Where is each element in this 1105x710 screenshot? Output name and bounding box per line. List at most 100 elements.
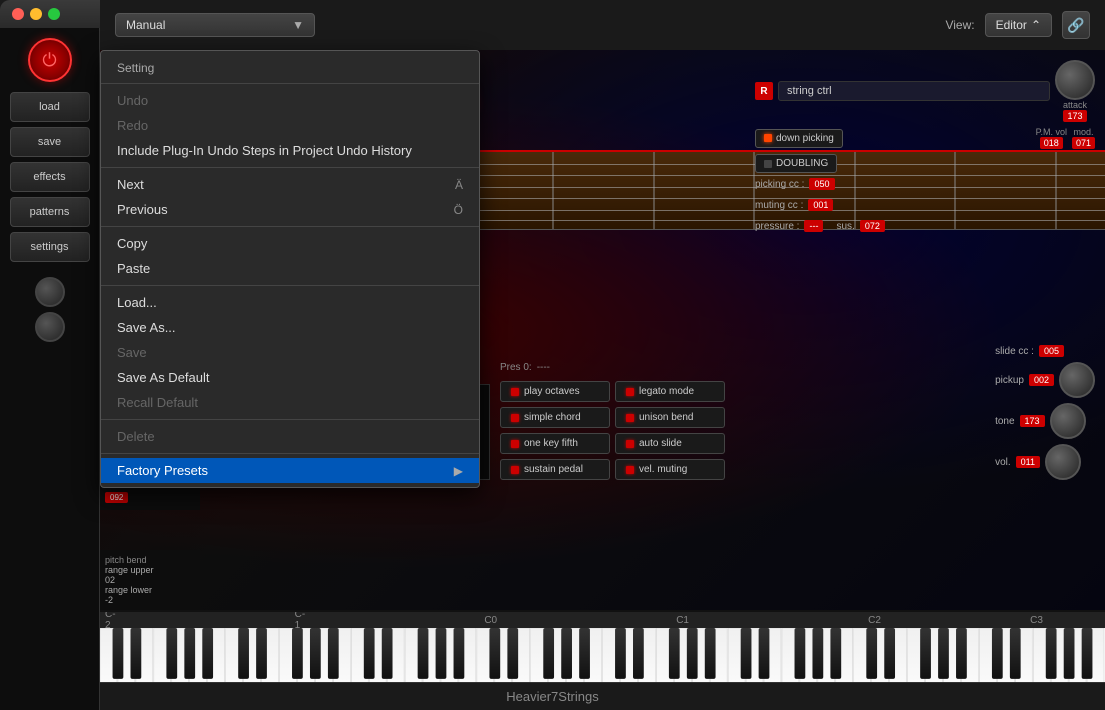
sidebar-knob-2[interactable] [35, 312, 65, 342]
range-lower-label: range lower [105, 585, 195, 595]
sidebar-knobs [35, 277, 65, 342]
r-badge: R [755, 82, 773, 100]
footer-text: Heavier7Strings [506, 689, 599, 704]
muting-cc-value: 001 [808, 199, 833, 211]
dropdown-arrow-icon: ▼ [292, 18, 304, 32]
simple-chord-button[interactable]: simple chord [500, 407, 610, 428]
vol-label: vol. [995, 457, 1011, 468]
picking-cc-value: 050 [809, 178, 834, 190]
pressure-row: pressure : --- sus. 072 [755, 220, 1095, 232]
range-upper-value: 02 [105, 575, 195, 585]
patterns-button[interactable]: patterns [10, 197, 90, 227]
sidebar-knob-1[interactable] [35, 277, 65, 307]
auto-slide-button[interactable]: auto slide [615, 433, 725, 454]
right-panel: R string ctrl attack 173 down picking P.… [755, 60, 1095, 236]
menu-item-previous[interactable]: Previous Ö [101, 197, 479, 222]
vel-muting-led [626, 466, 634, 474]
pickup-knob[interactable] [1059, 362, 1095, 398]
menu-item-next[interactable]: Next Ä [101, 172, 479, 197]
link-icon: 🔗 [1067, 17, 1084, 34]
menu-item-factory-presets[interactable]: Factory Presets ▶ [101, 458, 479, 483]
mod-label: mod. [1073, 127, 1093, 137]
picking-cc-label: picking cc : [755, 179, 804, 190]
legato-mode-label: legato mode [639, 386, 694, 397]
doubling-button[interactable]: DOUBLING [755, 154, 837, 173]
range-lower-value: -2 [105, 595, 195, 605]
play-octaves-led [511, 388, 519, 396]
simple-chord-led [511, 414, 519, 422]
attack-label: attack [1063, 100, 1087, 110]
menu-divider-5 [101, 419, 479, 420]
menu-item-include[interactable]: Include Plug-In Undo Steps in Project Un… [101, 138, 479, 163]
down-picking-led [764, 134, 772, 142]
pm-vol-value: 018 [1040, 137, 1063, 149]
auto-slide-label: auto slide [639, 438, 682, 449]
vol-row: vol. 011 [995, 444, 1095, 480]
pickup-value: 002 [1029, 374, 1054, 386]
link-button[interactable]: 🔗 [1062, 11, 1090, 39]
save-button[interactable]: save [10, 127, 90, 157]
doubling-led [764, 160, 772, 168]
one-key-fifth-button[interactable]: one key fifth [500, 433, 610, 454]
effects-button[interactable]: effects [10, 162, 90, 192]
unison-bend-button[interactable]: unison bend [615, 407, 725, 428]
unison-bend-label: unison bend [639, 412, 694, 423]
key-label-c2p: C2 [868, 615, 881, 626]
maximize-button[interactable] [48, 8, 60, 20]
vib-depth-value: 092 [105, 492, 128, 503]
menu-item-save-as[interactable]: Save As... [101, 315, 479, 340]
play-octaves-button[interactable]: play octaves [500, 381, 610, 402]
menu-item-paste[interactable]: Paste [101, 256, 479, 281]
pres-value: ---- [537, 362, 550, 373]
settings-button[interactable]: settings [10, 232, 90, 262]
window-controls [12, 8, 60, 20]
unison-bend-led [626, 414, 634, 422]
minimize-button[interactable] [30, 8, 42, 20]
tone-row: tone 173 [995, 403, 1095, 439]
muting-cc-row: muting cc : 001 [755, 199, 1095, 211]
vel-muting-button[interactable]: vel. muting [615, 459, 725, 480]
feature-row-2: simple chord unison bend [500, 407, 725, 428]
menu-item-recall-default[interactable]: Recall Default [101, 390, 479, 415]
menu-section-setting: Setting [101, 55, 479, 79]
sus-value: 072 [860, 220, 885, 232]
feature-row-3: one key fifth auto slide [500, 433, 725, 454]
attack-knob[interactable] [1055, 60, 1095, 100]
tone-label: tone [995, 416, 1014, 427]
tone-knob[interactable] [1050, 403, 1086, 439]
auto-slide-led [626, 440, 634, 448]
menu-item-undo[interactable]: Undo [101, 88, 479, 113]
load-button[interactable]: load [10, 92, 90, 122]
menu-item-save[interactable]: Save [101, 340, 479, 365]
simple-chord-label: simple chord [524, 412, 581, 423]
sustain-pedal-button[interactable]: sustain pedal [500, 459, 610, 480]
preset-value: Manual [126, 18, 165, 32]
pickup-row: pickup 002 [995, 362, 1095, 398]
view-editor-button[interactable]: Editor ⌃ [985, 13, 1052, 37]
menu-divider-4 [101, 285, 479, 286]
down-picking-button[interactable]: down picking [755, 129, 843, 148]
key-label-c1p: C1 [676, 615, 689, 626]
vol-value: 011 [1016, 456, 1040, 468]
close-button[interactable] [12, 8, 24, 20]
attack-value: 173 [1063, 110, 1086, 122]
menu-item-save-default[interactable]: Save As Default [101, 365, 479, 390]
string-ctrl-row: R string ctrl attack 173 [755, 60, 1095, 122]
menu-divider-1 [101, 83, 479, 84]
menu-item-copy[interactable]: Copy [101, 231, 479, 256]
sustain-pedal-led [511, 466, 519, 474]
preset-dropdown[interactable]: Manual ▼ [115, 13, 315, 37]
view-label: View: [945, 18, 974, 32]
pickup-label: pickup [995, 375, 1024, 386]
menu-item-redo[interactable]: Redo [101, 113, 479, 138]
menu-item-load[interactable]: Load... [101, 290, 479, 315]
menu-item-delete[interactable]: Delete [101, 424, 479, 449]
pressure-value: --- [804, 220, 823, 232]
legato-mode-button[interactable]: legato mode [615, 381, 725, 402]
vol-knob[interactable] [1045, 444, 1081, 480]
power-button[interactable]: ⏻ [28, 38, 72, 82]
submenu-arrow-icon: ▶ [454, 464, 463, 478]
vel-muting-label: vel. muting [639, 464, 687, 475]
range-upper-label: range upper [105, 565, 195, 575]
string-ctrl-label: string ctrl [778, 81, 1050, 101]
